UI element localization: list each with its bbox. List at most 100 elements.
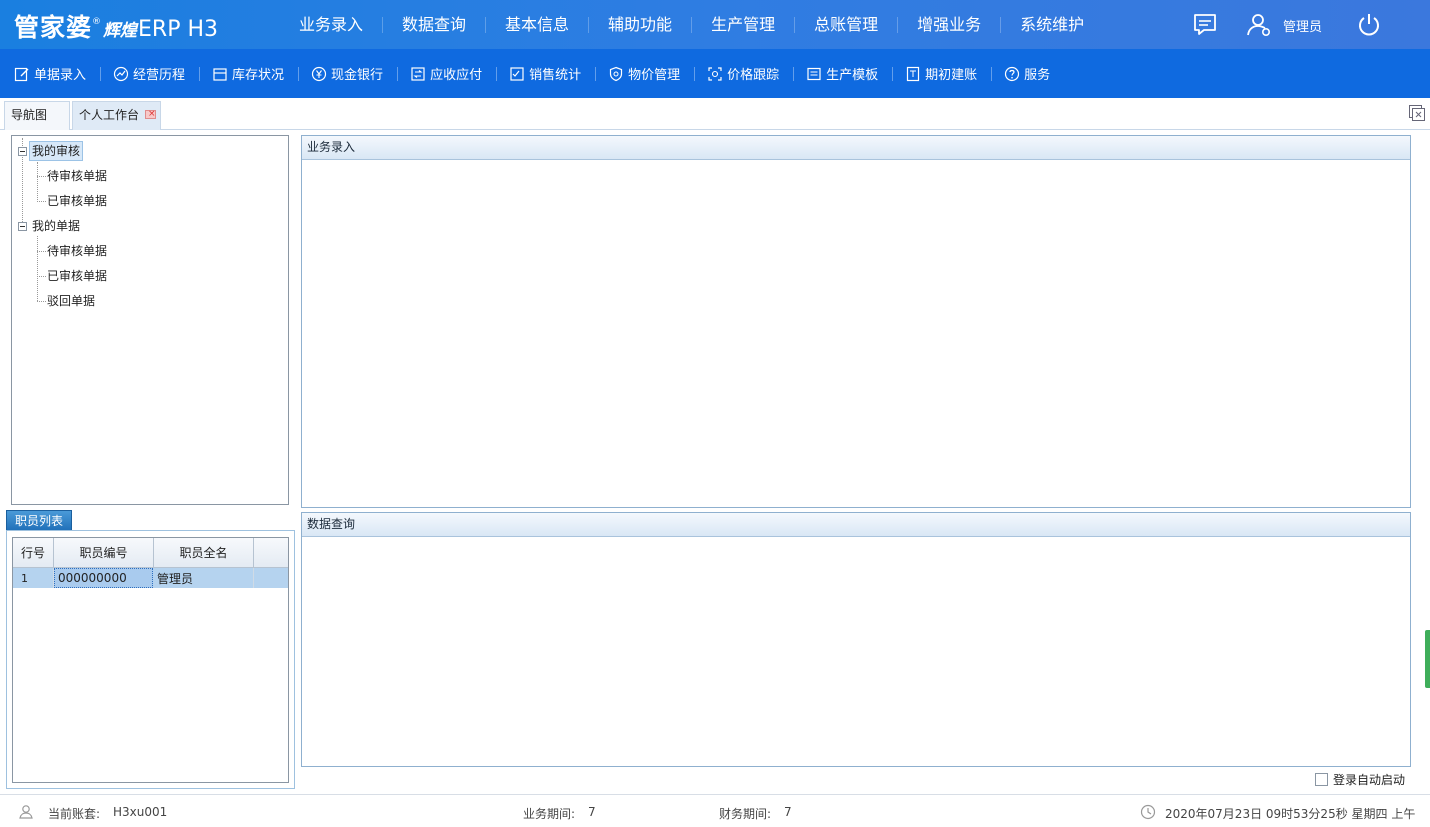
tool-label: 期初建账 xyxy=(925,68,978,83)
cell-filler xyxy=(254,568,288,588)
staff-list-panel: 行号 职员编号 职员全名 1 000000000 管理员 xyxy=(6,530,295,789)
tool-business-history[interactable]: 经营历程 xyxy=(113,66,201,83)
auto-start-label: 登录自动启动 xyxy=(1333,773,1406,787)
user-icon[interactable] xyxy=(1246,13,1272,37)
tab-personal-workbench[interactable]: 个人工作台 xyxy=(72,101,161,130)
biz-period-label: 业务期间: xyxy=(523,807,576,821)
staff-grid: 行号 职员编号 职员全名 1 000000000 管理员 xyxy=(12,537,289,783)
inventory-icon xyxy=(213,67,227,81)
col-staff-code[interactable]: 职员编号 xyxy=(54,538,154,567)
workbench-tree: 我的审核 待审核单据 已审核单据 我的单据 待审核单据 已审核单据 驳回单据 xyxy=(11,135,289,505)
tree-item-audited[interactable]: 已审核单据 xyxy=(47,266,107,286)
main-menu: 业务录入 数据查询 基本信息 辅助功能 生产管理 总账管理 增强业务 系统维护 xyxy=(280,0,1103,49)
tool-service[interactable]: 服务 xyxy=(1004,66,1064,83)
tool-document-entry[interactable]: 单据录入 xyxy=(14,66,102,83)
restore-window-icon[interactable] xyxy=(1408,104,1426,122)
tab-label: 导航图 xyxy=(11,108,48,122)
clock-icon xyxy=(1140,804,1156,820)
tab-navigation-map[interactable]: 导航图 xyxy=(4,101,70,130)
tool-label: 经营历程 xyxy=(133,68,186,83)
data-query-panel: 数据查询 xyxy=(301,512,1411,767)
cell-row-no[interactable]: 1 xyxy=(13,568,54,588)
tool-label: 单据录入 xyxy=(34,68,87,83)
tree-item-pending-audit[interactable]: 待审核单据 xyxy=(47,166,107,186)
user-name[interactable]: 管理员 xyxy=(1283,16,1322,35)
top-bar: 管家婆 ® 辉煌 ERP H3 业务录入 数据查询 基本信息 辅助功能 生产管理 总账… xyxy=(0,0,1430,49)
help-icon xyxy=(1005,66,1020,81)
col-staff-name[interactable]: 职员全名 xyxy=(154,538,254,567)
account-label: 当前账套: xyxy=(48,807,101,821)
tool-label: 应收应付 xyxy=(430,68,483,83)
tool-inventory-status[interactable]: 库存状况 xyxy=(212,66,300,83)
tool-label: 物价管理 xyxy=(628,68,681,83)
menu-production[interactable]: 生产管理 xyxy=(692,16,796,33)
tree-group-my-documents[interactable]: 我的单据 xyxy=(32,216,80,236)
cell-staff-code[interactable]: 000000000 xyxy=(54,568,153,588)
biz-period-value: 7 xyxy=(588,805,596,819)
account-value: H3xu001 xyxy=(113,805,168,819)
tree-item-pending-audit[interactable]: 待审核单据 xyxy=(47,241,107,261)
logo-sub: 辉煌 xyxy=(103,21,138,41)
tree-item-audited[interactable]: 已审核单据 xyxy=(47,191,107,211)
collapse-icon[interactable] xyxy=(18,222,27,231)
workspace-tabs: 导航图 个人工作台 xyxy=(0,98,1430,130)
panel-title: 业务录入 xyxy=(302,136,1410,160)
tab-label: 个人工作台 xyxy=(79,108,140,122)
account-icon xyxy=(19,805,33,819)
trend-icon xyxy=(113,66,129,81)
menu-auxiliary[interactable]: 辅助功能 xyxy=(589,16,693,33)
tool-sales-stats[interactable]: 销售统计 xyxy=(509,66,597,83)
ledger-icon xyxy=(907,66,920,81)
cell-staff-name[interactable]: 管理员 xyxy=(154,568,254,588)
logo-brand: 管家婆 xyxy=(14,13,93,42)
target-icon xyxy=(708,66,722,81)
logo-reg-mark: ® xyxy=(92,17,102,27)
message-icon[interactable] xyxy=(1192,13,1218,37)
tool-label: 库存状况 xyxy=(232,68,285,83)
collapse-icon[interactable] xyxy=(18,147,27,156)
col-filler xyxy=(254,538,288,567)
side-handle[interactable] xyxy=(1425,630,1430,688)
fin-period-value: 7 xyxy=(784,805,792,819)
yen-icon xyxy=(311,66,327,81)
close-icon[interactable] xyxy=(145,110,157,119)
menu-enhanced[interactable]: 增强业务 xyxy=(898,16,1002,33)
power-icon[interactable] xyxy=(1356,12,1382,38)
tool-label: 生产模板 xyxy=(826,68,879,83)
datetime: 2020年07月23日 09时53分25秒 星期四 上午 xyxy=(1165,807,1416,821)
logo-product: ERP H3 xyxy=(138,17,219,42)
tool-cash-bank[interactable]: 现金银行 xyxy=(311,66,399,83)
tool-label: 销售统计 xyxy=(529,68,582,83)
exchange-icon xyxy=(411,66,425,81)
grid-header: 行号 职员编号 职员全名 xyxy=(13,538,288,568)
quick-toolbar: 单据录入 经营历程 库存状况 现金银行 应收应付 销售统计 物价管理 价格跟踪 … xyxy=(0,49,1430,98)
auto-start-checkbox[interactable] xyxy=(1315,773,1328,786)
table-row[interactable]: 1 000000000 管理员 xyxy=(13,568,288,588)
menu-basic-info[interactable]: 基本信息 xyxy=(486,16,590,33)
app-logo: 管家婆 ® 辉煌 ERP H3 xyxy=(14,8,218,42)
shield-icon xyxy=(609,66,623,81)
menu-system[interactable]: 系统维护 xyxy=(1001,16,1103,33)
edit-icon xyxy=(14,67,29,81)
tree-item-rejected[interactable]: 驳回单据 xyxy=(47,291,95,311)
tool-label: 现金银行 xyxy=(331,68,384,83)
tree-group-my-audit[interactable]: 我的审核 xyxy=(29,141,84,161)
tool-label: 服务 xyxy=(1024,68,1051,83)
staff-list-tab[interactable]: 职员列表 xyxy=(6,510,72,531)
menu-general-ledger[interactable]: 总账管理 xyxy=(795,16,899,33)
fin-period-label: 财务期间: xyxy=(719,807,772,821)
business-entry-panel: 业务录入 xyxy=(301,135,1411,508)
status-bar: 当前账套: H3xu001 业务期间: 7 财务期间: 7 2020年07月23… xyxy=(0,794,1430,827)
tool-price-management[interactable]: 物价管理 xyxy=(608,66,696,83)
menu-data-query[interactable]: 数据查询 xyxy=(383,16,487,33)
tool-production-template[interactable]: 生产模板 xyxy=(806,66,894,83)
tool-opening-accounts[interactable]: 期初建账 xyxy=(905,66,993,83)
tool-label: 价格跟踪 xyxy=(727,68,780,83)
auto-start-option[interactable]: 登录自动启动 xyxy=(1315,771,1405,788)
tool-price-tracking[interactable]: 价格跟踪 xyxy=(707,66,795,83)
menu-business-entry[interactable]: 业务录入 xyxy=(280,16,384,33)
col-row-no[interactable]: 行号 xyxy=(13,538,54,567)
tool-receivable-payable[interactable]: 应收应付 xyxy=(410,66,498,83)
panel-title: 数据查询 xyxy=(302,513,1410,537)
checklist-icon xyxy=(510,66,524,81)
